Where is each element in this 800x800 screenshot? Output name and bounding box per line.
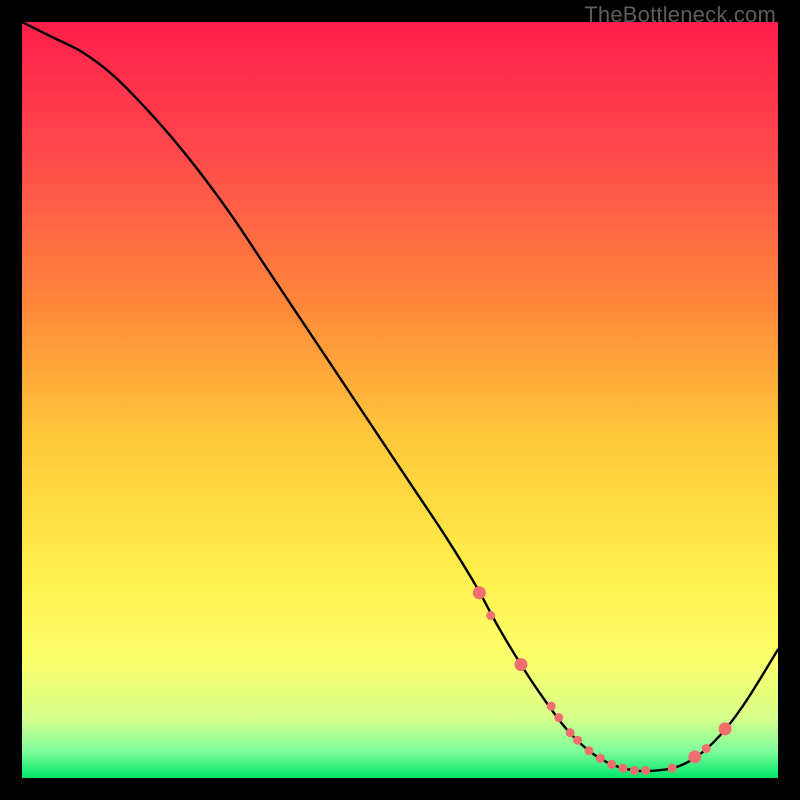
marker-point bbox=[486, 611, 495, 620]
marker-point bbox=[719, 722, 732, 735]
marker-point bbox=[585, 746, 594, 755]
marker-point bbox=[668, 764, 677, 773]
chart-frame bbox=[22, 22, 778, 778]
marker-point bbox=[547, 702, 556, 711]
marker-point bbox=[566, 728, 575, 737]
marker-point bbox=[641, 766, 650, 775]
chart-background bbox=[22, 22, 778, 778]
marker-point bbox=[688, 750, 701, 763]
marker-point bbox=[514, 658, 527, 671]
marker-point bbox=[473, 586, 486, 599]
marker-point bbox=[596, 754, 605, 763]
bottleneck-chart bbox=[22, 22, 778, 778]
marker-point bbox=[554, 713, 563, 722]
marker-point bbox=[630, 766, 639, 775]
marker-point bbox=[573, 736, 582, 745]
watermark-text: TheBottleneck.com bbox=[584, 2, 776, 28]
marker-point bbox=[619, 764, 628, 773]
marker-point bbox=[607, 760, 616, 769]
marker-point bbox=[702, 744, 711, 753]
